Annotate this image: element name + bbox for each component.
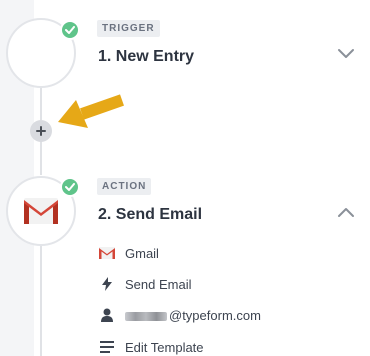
gmail-icon	[24, 198, 58, 224]
app-detail-row[interactable]: Gmail	[98, 244, 159, 262]
chevron-down-icon[interactable]	[337, 47, 355, 65]
gmail-icon	[98, 244, 116, 262]
template-detail-row[interactable]: Edit Template	[98, 338, 204, 356]
app-name: Gmail	[125, 245, 159, 261]
edit-template-link: Edit Template	[125, 339, 204, 355]
user-icon	[98, 306, 116, 324]
check-icon	[60, 20, 80, 40]
account-email: @typeform.com	[169, 307, 261, 323]
action-step-title[interactable]: 2. Send Email	[98, 206, 202, 224]
chevron-up-icon[interactable]	[337, 205, 355, 223]
lightning-icon	[98, 275, 116, 293]
arrow-annotation-icon	[58, 94, 124, 128]
timeline-connector	[40, 141, 42, 175]
timeline-connector	[40, 84, 42, 120]
plus-icon	[36, 126, 46, 136]
add-step-button[interactable]	[30, 120, 52, 142]
action-detail-row[interactable]: Send Email	[98, 275, 191, 293]
action-name: Send Email	[125, 276, 192, 292]
step-type-tag: ACTION	[97, 178, 152, 195]
trigger-step-title[interactable]: 1. New Entry	[98, 48, 194, 66]
list-icon	[98, 338, 116, 356]
step-type-tag: TRIGGER	[97, 20, 160, 37]
timeline-connector	[40, 241, 42, 356]
check-icon	[60, 177, 80, 197]
redacted-email-user	[125, 311, 167, 321]
account-detail-row[interactable]: @typeform.com	[98, 306, 261, 324]
